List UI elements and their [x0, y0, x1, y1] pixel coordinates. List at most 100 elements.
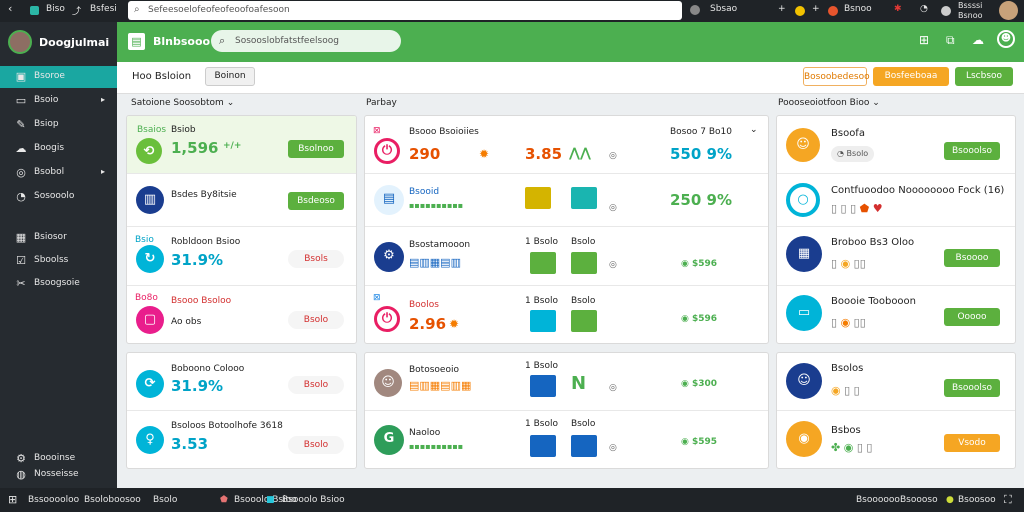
add-tab-icon[interactable]: +: [778, 4, 786, 14]
sidebar-item-6[interactable]: ▦ Bsiosor: [0, 227, 117, 249]
row-action-button[interactable]: Vsodo: [944, 434, 1000, 452]
filter-chip[interactable]: Boinon: [205, 67, 255, 86]
cloud-icon[interactable]: ☁: [972, 33, 984, 47]
row-value-2: 1 Bsolo: [525, 237, 558, 247]
status-right-item[interactable]: Bsoosoo: [958, 495, 996, 505]
pin-icon[interactable]: ⤴: [72, 4, 81, 17]
outline-button[interactable]: Bosoobedesoo: [803, 67, 870, 86]
layers-icon[interactable]: ⧉: [946, 33, 955, 48]
user-avatar[interactable]: [8, 30, 32, 54]
bell-icon[interactable]: ◔: [920, 4, 928, 14]
list-item[interactable]: ♀ Bsoloos Botoolhofe 3618 3.53 Bsolo: [127, 411, 356, 468]
list-item[interactable]: ⟳ Boboono Colooo 31.9% Bsolo: [127, 353, 356, 411]
list-item[interactable]: ▭ Boooie Toobooon ▯ ◉ ▯▯ Ooooo: [777, 286, 1015, 343]
sidebar-item-4[interactable]: ◎ Bsobol ▸: [0, 162, 117, 184]
tag-icon: ⊠: [373, 293, 381, 303]
list-item[interactable]: ☺ Bsolos ◉ ▯ ▯ Bsooolso: [777, 353, 1015, 411]
list-item[interactable]: ○ Contfuoodoo Noooooooo Fock (16) ▯ ▯ ▯ …: [777, 174, 1015, 227]
row-name: Bsiob: [171, 125, 196, 135]
power-icon: ⏻: [374, 306, 400, 332]
row-title: Boolos: [409, 300, 439, 310]
row-action-button[interactable]: Bsdeoso: [288, 192, 344, 210]
status-right-item[interactable]: Bsoooso: [900, 495, 938, 505]
row-action-button[interactable]: Bsolo: [288, 436, 344, 454]
coin-icon: ◉: [681, 437, 689, 447]
sidebar-item-8[interactable]: ✂ Bsoogsoie: [0, 273, 117, 295]
grid-icon[interactable]: ⊞: [8, 493, 17, 506]
row-action-button[interactable]: Bsooolso: [944, 379, 1000, 397]
account-avatar-small[interactable]: [941, 6, 951, 16]
coin-icon: ◉: [681, 259, 689, 269]
tag-icon: ⊠: [373, 126, 381, 136]
sidebar-item-5[interactable]: ◔ Sosooolo: [0, 186, 117, 208]
account-avatar[interactable]: [999, 1, 1018, 20]
list-item[interactable]: Bo8o ▢ Bsooo Bsoloo Ao obs Bsolo: [127, 286, 356, 343]
status-item[interactable]: Bssooooloo: [28, 495, 79, 505]
plus-icon[interactable]: +: [812, 4, 820, 14]
status-square-blue: [571, 435, 597, 457]
account-icon[interactable]: ☻: [997, 30, 1015, 48]
sidebar-item-3[interactable]: ☁ Boogis: [0, 138, 117, 160]
status-dot-icon: ●: [946, 495, 954, 505]
chevron-down-icon[interactable]: ⌄: [750, 125, 758, 135]
list-item[interactable]: ⚙ Bsostamooon ▤▥▦▤▥ 1 Bsolo Bsolo ◎ ◉ $5…: [365, 227, 768, 286]
row-action-button[interactable]: Ooooo: [944, 308, 1000, 326]
sidebar-item-1[interactable]: ▭ Bsoio ▸: [0, 90, 117, 112]
sidebar-item-2[interactable]: ✎ Bsiop: [0, 114, 117, 136]
row-chip: ◔ Bsolo: [831, 146, 875, 162]
search-icon: ⌕: [134, 4, 140, 15]
list-item[interactable]: G Naoloo ▪▪▪▪▪▪▪▪▪▪ 1 Bsolo Bsolo ◎ ◉ $5…: [365, 411, 768, 468]
g-logo-icon: G: [374, 425, 404, 455]
person-avatar: ☺: [786, 128, 820, 162]
status-item[interactable]: Bsoloboosoo: [84, 495, 141, 505]
list-item[interactable]: ☺ Bsoofa ◔ Bsolo Bsooolso: [777, 116, 1015, 174]
fullscreen-icon[interactable]: ⛶: [1004, 493, 1012, 507]
status-right-item[interactable]: Bsoooooo: [856, 495, 900, 505]
row-label-3: Bsolo: [571, 296, 596, 306]
status-item[interactable]: Bsolo: [153, 495, 177, 505]
person-avatar: ☺: [786, 363, 822, 399]
row-action-button[interactable]: Bsolnoo: [288, 140, 344, 158]
list-item[interactable]: Bsio ↻ Robldoon Bsioo 31.9% Bsols: [127, 227, 356, 286]
chat-icon: ◔: [16, 190, 26, 203]
row-action-button[interactable]: Bsooolso: [944, 142, 1000, 160]
sidebar-footer-user[interactable]: ◍ Nosseisse: [0, 464, 117, 486]
search-input[interactable]: ⌕ Sosooslobfatstfeelsoog: [211, 30, 401, 52]
back-icon[interactable]: ‹: [8, 2, 12, 15]
row-action-button[interactable]: Bsoooo: [944, 249, 1000, 267]
sidebar-item-7[interactable]: ☑ Sboolss: [0, 250, 117, 272]
extension-icon[interactable]: [795, 6, 805, 16]
record-icon[interactable]: [828, 6, 838, 16]
sidebar: Doogjulmai ▣ Bsoroe ▭ Bsoio ▸ ✎ Bsiop ☁ Boogis ◎ B…: [0, 22, 117, 488]
clover-icon: ✤: [831, 441, 841, 454]
bug-icon[interactable]: ✱: [894, 4, 902, 14]
browser-tab-title[interactable]: Biso: [46, 4, 65, 14]
row-action-button[interactable]: Bsolo: [288, 311, 344, 329]
list-item[interactable]: ◉ Bsbos ✤ ◉ ▯ ▯ Vsodo: [777, 411, 1015, 468]
grid-icon[interactable]: ⊞: [919, 33, 929, 47]
list-item[interactable]: ⊠ ⏻ Bsooo Bsoioiies 290 ✹ 3.85 ⋀⋀ ◎ Boso…: [365, 116, 768, 174]
status-square-blue: [530, 435, 556, 457]
app-icon: ■: [266, 495, 275, 505]
list-item[interactable]: ⊠ ⏻ Boolos 2.96 ✹ 1 Bsolo Bsolo ◉ $596: [365, 286, 768, 343]
orange-button[interactable]: Bosfeeboaa: [873, 67, 949, 86]
row-title: Bsooo Bsoioiies: [409, 127, 479, 137]
status-item[interactable]: Bsooolo Bsioo: [282, 495, 345, 505]
address-bar[interactable]: ⌕ Sefeesoelofeofeofeoofoafesoon: [128, 1, 682, 20]
section-title-left: Satoione Soosobtom ⌄: [131, 98, 235, 108]
section-title-middle: Parbay: [366, 98, 397, 108]
profile-avatar[interactable]: [690, 5, 700, 15]
right-panel-bottom: ☺ Bsolos ◉ ▯ ▯ Bsooolso ◉ Bsbos ✤ ◉ ▯ ▯ …: [776, 352, 1016, 469]
row-action-button[interactable]: Bsolo: [288, 376, 344, 394]
browser-tab-2[interactable]: Bsfesi: [90, 4, 117, 14]
list-item[interactable]: Bsaios ⟲ Bsiob 1,596 +/+ Bsolnoo: [127, 116, 356, 174]
list-item[interactable]: ☺ Botosoeoio ▤▥▦▤▥▦ 1 Bsolo N ◎ ◉ $300: [365, 353, 768, 411]
browser-topbar: ‹ Biso ⤴ Bsfesi ⌕ Sefeesoelofeofeofeoofo…: [0, 0, 1024, 22]
sidebar-item-0[interactable]: ▣ Bsoroe: [0, 66, 117, 88]
list-item[interactable]: ▤ Bsooid ▪▪▪▪▪▪▪▪▪▪ ◎ 250 9%: [365, 174, 768, 227]
list-item[interactable]: ▦ Broboo Bs3 Oloo ▯ ◉ ▯▯ Bsoooo: [777, 227, 1015, 286]
list-item[interactable]: ▥ Bsdes By8itsie Bsdeoso: [127, 174, 356, 227]
green-button[interactable]: Lscbsoo: [955, 67, 1013, 86]
row-action-button[interactable]: Bsols: [288, 250, 344, 268]
status-bar: ⊞ Bssooooloo Bsoloboosoo Bsolo ⬟ Bsooolo…: [0, 488, 1024, 512]
